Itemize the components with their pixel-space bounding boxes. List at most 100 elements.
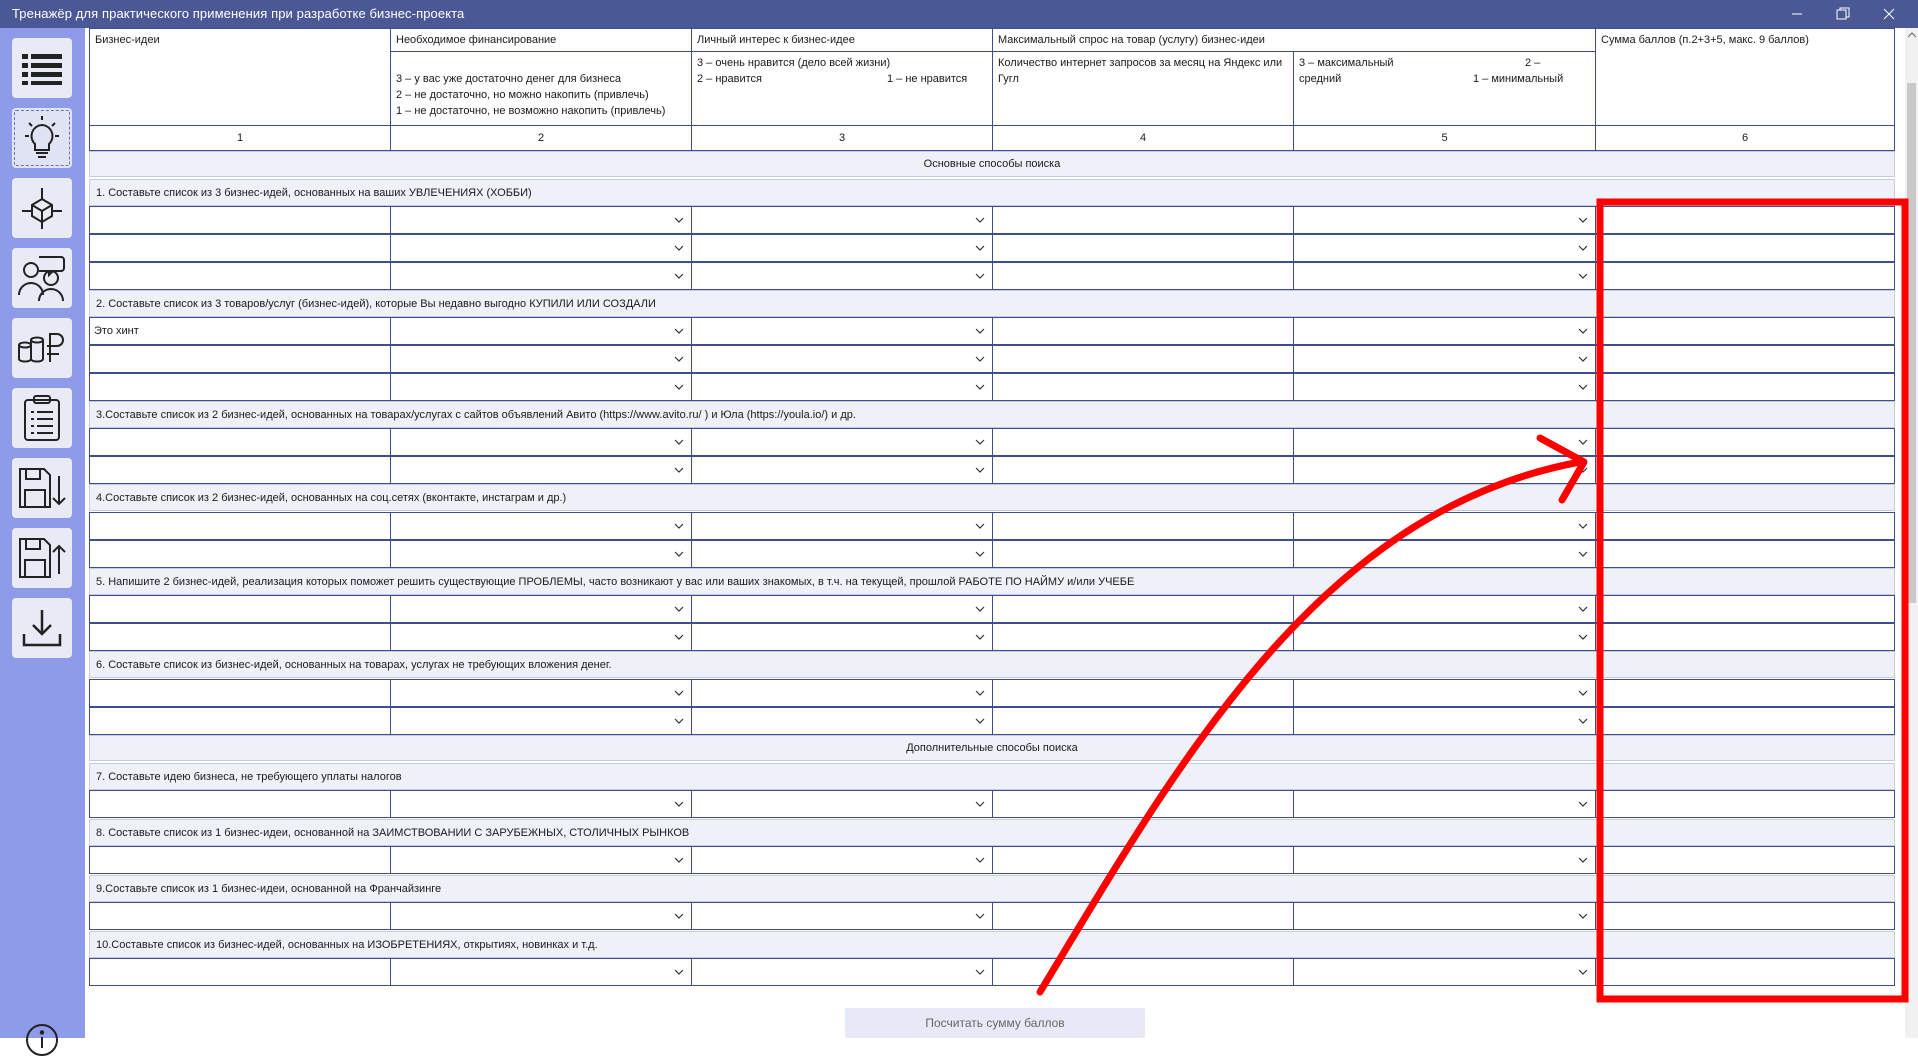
sidebar-button-download[interactable]	[12, 598, 72, 658]
calculate-score-button[interactable]: Посчитать сумму баллов	[845, 1008, 1145, 1038]
interest-select[interactable]	[691, 512, 993, 540]
financing-select[interactable]	[390, 512, 692, 540]
idea-input[interactable]	[89, 262, 391, 290]
financing-select[interactable]	[390, 623, 692, 651]
close-button[interactable]	[1866, 0, 1912, 28]
queries-input[interactable]	[992, 234, 1294, 262]
queries-input[interactable]	[992, 345, 1294, 373]
demand-select[interactable]	[1293, 512, 1596, 540]
financing-select[interactable]	[390, 234, 692, 262]
interest-select[interactable]	[691, 595, 993, 623]
interest-select[interactable]	[691, 234, 993, 262]
demand-select[interactable]	[1293, 262, 1596, 290]
financing-select[interactable]	[390, 540, 692, 568]
demand-select[interactable]	[1293, 428, 1596, 456]
sidebar-button-ideas[interactable]	[12, 108, 72, 168]
queries-input[interactable]	[992, 902, 1294, 930]
financing-select[interactable]	[390, 206, 692, 234]
demand-select[interactable]	[1293, 234, 1596, 262]
financing-select[interactable]	[390, 428, 692, 456]
idea-input[interactable]: Это хинт	[89, 317, 391, 345]
queries-input[interactable]	[992, 317, 1294, 345]
queries-input[interactable]	[992, 373, 1294, 401]
interest-select[interactable]	[691, 679, 993, 707]
sidebar-button-save-upload[interactable]	[12, 528, 72, 588]
interest-select[interactable]	[691, 790, 993, 818]
demand-select[interactable]	[1293, 317, 1596, 345]
financing-select[interactable]	[390, 790, 692, 818]
financing-select[interactable]	[390, 679, 692, 707]
demand-select[interactable]	[1293, 345, 1596, 373]
queries-input[interactable]	[992, 262, 1294, 290]
idea-input[interactable]	[89, 902, 391, 930]
queries-input[interactable]	[992, 456, 1294, 484]
demand-select[interactable]	[1293, 623, 1596, 651]
interest-select[interactable]	[691, 623, 993, 651]
financing-select[interactable]	[390, 595, 692, 623]
financing-select[interactable]	[390, 456, 692, 484]
interest-select[interactable]	[691, 428, 993, 456]
demand-select[interactable]	[1293, 373, 1596, 401]
queries-input[interactable]	[992, 512, 1294, 540]
interest-select[interactable]	[691, 958, 993, 986]
interest-select[interactable]	[691, 345, 993, 373]
financing-select[interactable]	[390, 707, 692, 735]
interest-select[interactable]	[691, 846, 993, 874]
demand-select[interactable]	[1293, 707, 1596, 735]
idea-input[interactable]	[89, 707, 391, 735]
idea-input[interactable]	[89, 512, 391, 540]
idea-input[interactable]	[89, 456, 391, 484]
demand-select[interactable]	[1293, 679, 1596, 707]
info-button[interactable]	[25, 1023, 59, 1057]
idea-input[interactable]	[89, 234, 391, 262]
sidebar-button-finance[interactable]	[12, 318, 72, 378]
financing-select[interactable]	[390, 317, 692, 345]
queries-input[interactable]	[992, 790, 1294, 818]
queries-input[interactable]	[992, 595, 1294, 623]
idea-input[interactable]	[89, 623, 391, 651]
maximize-button[interactable]	[1820, 0, 1866, 28]
idea-input[interactable]	[89, 958, 391, 986]
demand-select[interactable]	[1293, 902, 1596, 930]
idea-input[interactable]	[89, 595, 391, 623]
idea-input[interactable]	[89, 790, 391, 818]
queries-input[interactable]	[992, 428, 1294, 456]
demand-select[interactable]	[1293, 456, 1596, 484]
demand-select[interactable]	[1293, 790, 1596, 818]
vertical-scrollbar[interactable]	[1905, 28, 1918, 1038]
interest-select[interactable]	[691, 206, 993, 234]
sidebar-button-checklist[interactable]	[12, 388, 72, 448]
demand-select[interactable]	[1293, 206, 1596, 234]
idea-input[interactable]	[89, 373, 391, 401]
sidebar-button-list[interactable]	[12, 38, 72, 98]
sidebar-button-people[interactable]	[12, 248, 72, 308]
sidebar-button-model[interactable]	[12, 178, 72, 238]
financing-select[interactable]	[390, 846, 692, 874]
queries-input[interactable]	[992, 206, 1294, 234]
interest-select[interactable]	[691, 373, 993, 401]
interest-select[interactable]	[691, 902, 993, 930]
idea-input[interactable]	[89, 206, 391, 234]
financing-select[interactable]	[390, 262, 692, 290]
minimize-button[interactable]	[1774, 0, 1820, 28]
financing-select[interactable]	[390, 373, 692, 401]
queries-input[interactable]	[992, 707, 1294, 735]
scrollbar-thumb[interactable]	[1907, 83, 1916, 603]
idea-input[interactable]	[89, 679, 391, 707]
queries-input[interactable]	[992, 679, 1294, 707]
financing-select[interactable]	[390, 902, 692, 930]
queries-input[interactable]	[992, 958, 1294, 986]
interest-select[interactable]	[691, 707, 993, 735]
interest-select[interactable]	[691, 456, 993, 484]
demand-select[interactable]	[1293, 846, 1596, 874]
idea-input[interactable]	[89, 345, 391, 373]
queries-input[interactable]	[992, 623, 1294, 651]
interest-select[interactable]	[691, 540, 993, 568]
interest-select[interactable]	[691, 317, 993, 345]
financing-select[interactable]	[390, 958, 692, 986]
idea-input[interactable]	[89, 846, 391, 874]
demand-select[interactable]	[1293, 540, 1596, 568]
idea-input[interactable]	[89, 428, 391, 456]
demand-select[interactable]	[1293, 958, 1596, 986]
queries-input[interactable]	[992, 846, 1294, 874]
